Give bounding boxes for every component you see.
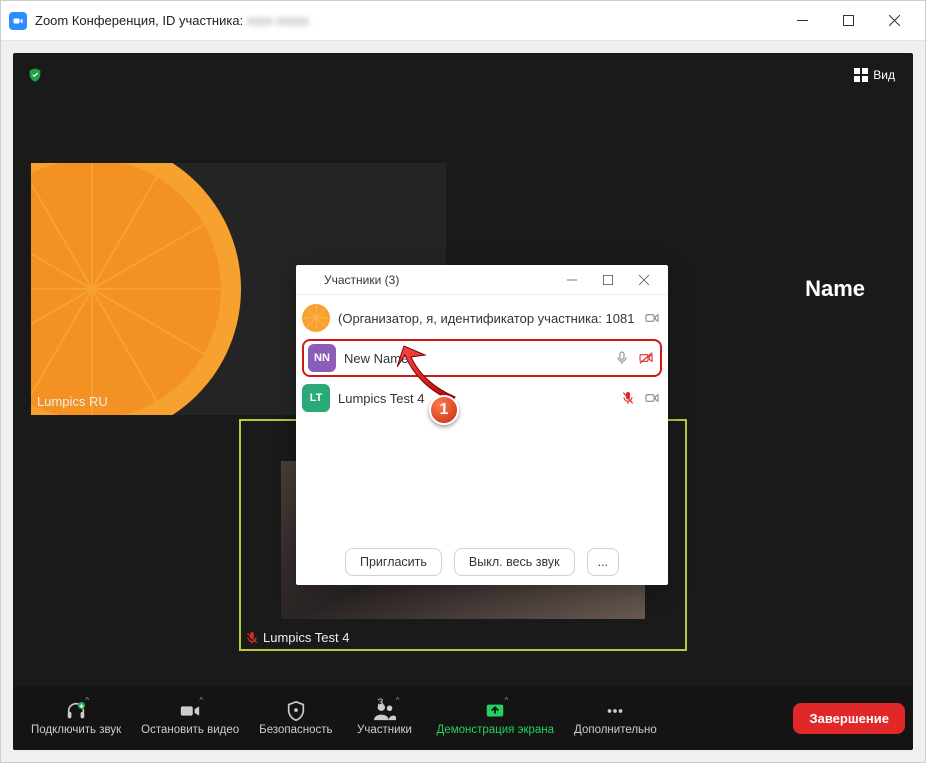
- avatar-initials: NN: [314, 352, 330, 364]
- headphones-icon: [65, 700, 87, 722]
- toolbar-label: Безопасность: [259, 724, 332, 736]
- close-button[interactable]: [871, 1, 917, 41]
- share-screen-icon: [484, 700, 506, 722]
- toolbar-label: Дополнительно: [574, 724, 657, 736]
- titlebar: Zoom Конференция, ID участника: xxxx xxx…: [1, 1, 925, 41]
- participants-button[interactable]: 3 ^ Участники: [343, 696, 427, 740]
- view-mode-button[interactable]: Вид: [846, 64, 903, 86]
- invite-button[interactable]: Пригласить: [345, 548, 442, 576]
- toolbar-label: Подключить звук: [31, 724, 121, 736]
- people-icon: [372, 700, 398, 722]
- tile-label: Lumpics RU: [37, 394, 108, 409]
- participant-row-host[interactable]: (Организатор, я, идентификатор участника…: [298, 299, 666, 337]
- video-icon: [179, 700, 201, 722]
- view-mode-label: Вид: [873, 68, 895, 82]
- camera-on-icon: [644, 310, 660, 326]
- window-title-prefix: Zoom Конференция, ID участника:: [35, 13, 243, 28]
- participant-row-new-name[interactable]: NN New Name: [302, 339, 662, 377]
- participants-footer: Пригласить Выкл. весь звук ...: [296, 539, 668, 585]
- mic-muted-icon: [245, 631, 259, 645]
- participants-title: Участники (3): [324, 273, 399, 287]
- grid-icon: [854, 68, 868, 82]
- meeting-area: Вид: [13, 53, 913, 750]
- participant-row-lumpics-test-4[interactable]: LT Lumpics Test 4: [298, 379, 666, 417]
- mic-muted-icon: [620, 390, 636, 406]
- dots-icon: [604, 700, 626, 722]
- toolbar-label: Остановить видео: [141, 724, 239, 736]
- security-button[interactable]: Безопасность: [249, 696, 342, 740]
- minimize-button[interactable]: [779, 1, 825, 41]
- mic-on-icon: [614, 350, 630, 366]
- participants-maximize-button[interactable]: [590, 265, 626, 295]
- encryption-shield-icon[interactable]: [23, 63, 47, 87]
- zoom-logo-icon: [302, 272, 318, 288]
- camera-off-icon: [638, 350, 654, 366]
- toolbar-label: Участники: [357, 724, 412, 736]
- tile-name-large: Name: [805, 276, 865, 302]
- participants-close-button[interactable]: [626, 265, 662, 295]
- avatar-icon: LT: [302, 384, 330, 412]
- participant-name: (Организатор, я, идентификатор участника…: [338, 311, 636, 326]
- chevron-up-icon: ^: [199, 696, 203, 705]
- avatar-orange-icon: [31, 163, 241, 415]
- join-audio-button[interactable]: ^ Подключить звук: [21, 696, 131, 740]
- avatar-icon: NN: [308, 344, 336, 372]
- camera-on-icon: [644, 390, 660, 406]
- chevron-up-icon: ^: [85, 696, 89, 705]
- zoom-logo-icon: [9, 12, 27, 30]
- participants-window: Участники (3): [296, 265, 668, 585]
- toolbar-label: Демонстрация экрана: [437, 724, 555, 736]
- window-title: Zoom Конференция, ID участника: xxxx xxx…: [35, 13, 309, 28]
- participants-more-button[interactable]: ...: [587, 548, 619, 576]
- app-window: Zoom Конференция, ID участника: xxxx xxx…: [0, 0, 926, 763]
- meeting-topbar: Вид: [13, 53, 913, 97]
- chevron-up-icon: ^: [396, 696, 400, 705]
- more-button[interactable]: Дополнительно: [564, 696, 667, 740]
- chevron-up-icon: ^: [505, 696, 509, 705]
- tile-label: Lumpics Test 4: [263, 630, 349, 645]
- tile-label-area: Lumpics Test 4: [245, 630, 349, 645]
- avatar-icon: [302, 304, 330, 332]
- window-title-id: xxxx xxxxx: [247, 13, 309, 28]
- participants-titlebar: Участники (3): [296, 265, 668, 295]
- shield-icon: [285, 700, 307, 722]
- participants-count: 3: [377, 697, 383, 709]
- participant-name: Lumpics Test 4: [338, 391, 612, 406]
- participants-list: (Организатор, я, идентификатор участника…: [296, 295, 668, 539]
- end-meeting-button[interactable]: Завершение: [793, 703, 905, 734]
- avatar-initials: LT: [310, 392, 323, 404]
- meeting-toolbar: ^ Подключить звук ^ Остановить видео Без…: [13, 686, 913, 750]
- participants-minimize-button[interactable]: [554, 265, 590, 295]
- stop-video-button[interactable]: ^ Остановить видео: [131, 696, 249, 740]
- maximize-button[interactable]: [825, 1, 871, 41]
- share-screen-button[interactable]: ^ Демонстрация экрана: [427, 696, 565, 740]
- participant-name: New Name: [344, 351, 606, 366]
- mute-all-button[interactable]: Выкл. весь звук: [454, 548, 575, 576]
